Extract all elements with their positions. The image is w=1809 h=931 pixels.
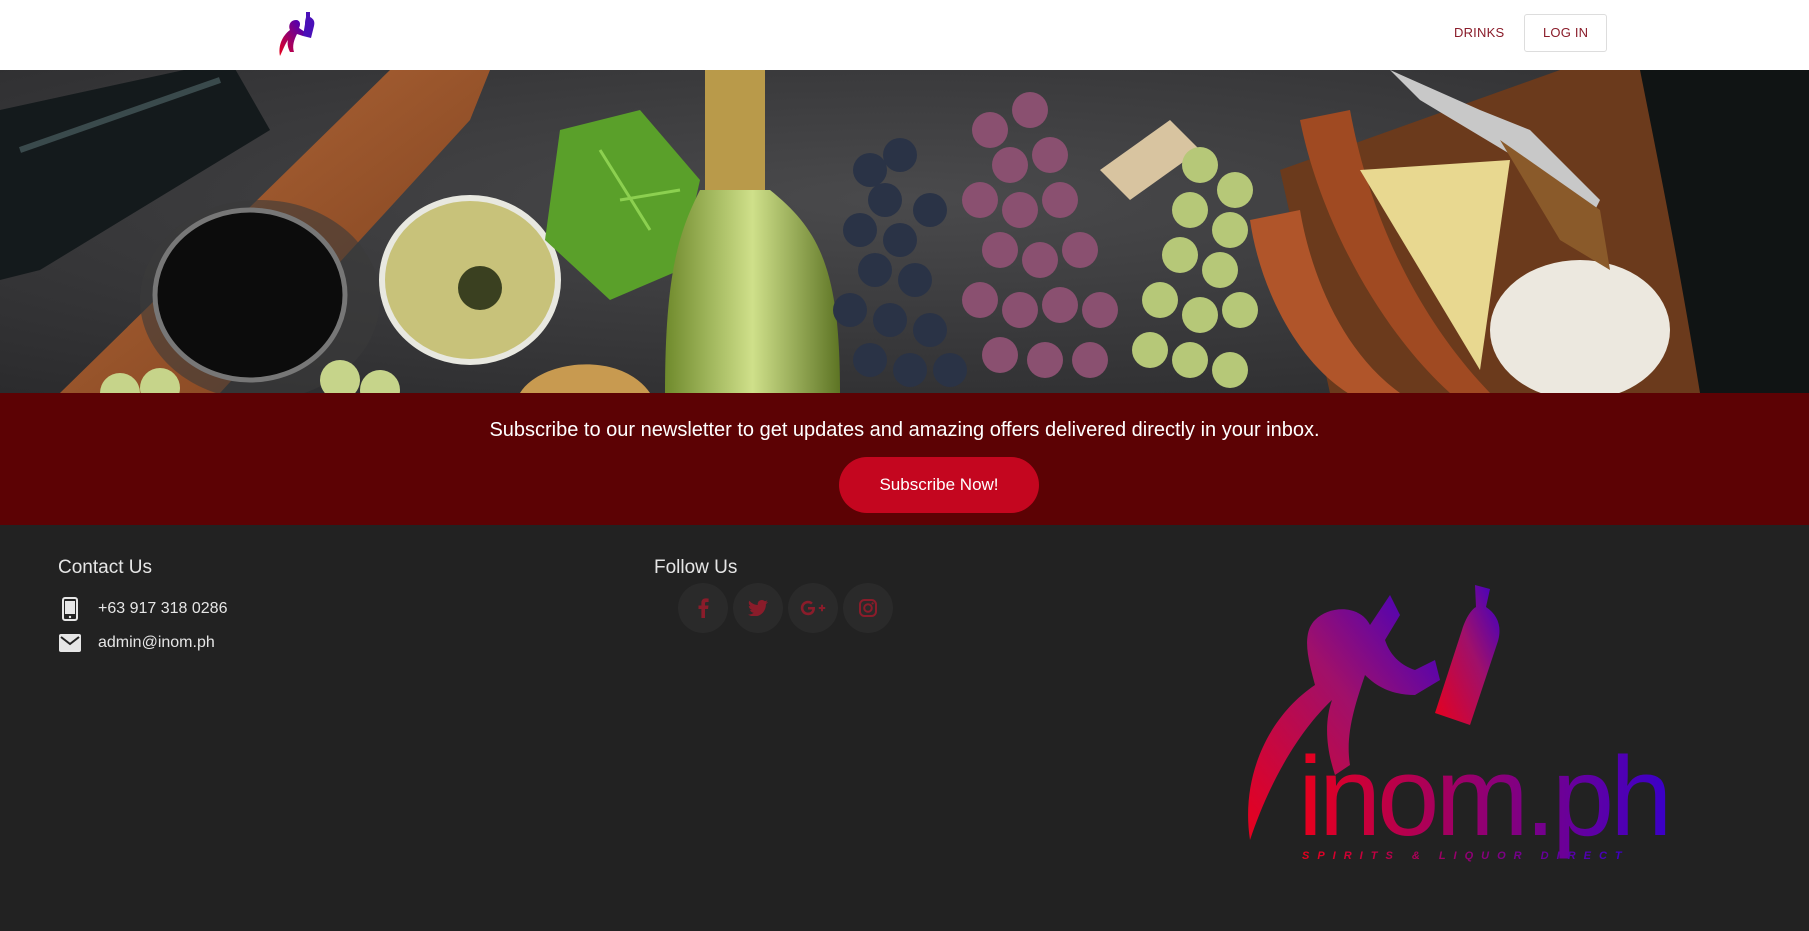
brand-logo-icon[interactable] bbox=[270, 8, 322, 60]
subscribe-now-button[interactable]: Subscribe Now! bbox=[839, 457, 1039, 513]
logo-wordmark: inom.ph bbox=[1298, 734, 1668, 859]
logo-tagline: SPIRITS & LIQUOR DIRECT bbox=[1302, 850, 1630, 862]
top-navbar: DRINKS LOG IN bbox=[0, 0, 1809, 70]
contact-email-row: admin@inom.ph bbox=[58, 630, 215, 656]
contact-phone[interactable]: +63 917 318 0286 bbox=[98, 600, 227, 618]
contact-email[interactable]: admin@inom.ph bbox=[98, 634, 215, 652]
follow-us-heading: Follow Us bbox=[654, 557, 738, 578]
twitter-icon[interactable] bbox=[733, 583, 783, 633]
email-icon bbox=[58, 631, 82, 655]
newsletter-text: Subscribe to our newsletter to get updat… bbox=[489, 419, 1320, 441]
instagram-icon[interactable] bbox=[843, 583, 893, 633]
google-plus-icon[interactable] bbox=[788, 583, 838, 633]
nav-drinks-link[interactable]: DRINKS bbox=[1440, 18, 1518, 48]
hero-illustration bbox=[0, 70, 1809, 393]
hero-banner-image bbox=[0, 70, 1809, 393]
newsletter-section: Subscribe to our newsletter to get updat… bbox=[0, 393, 1809, 525]
facebook-icon[interactable] bbox=[678, 583, 728, 633]
contact-us-heading: Contact Us bbox=[58, 557, 152, 578]
inom-ph-logo: inom.ph SPIRITS & LIQUOR DIRECT bbox=[1248, 585, 1670, 862]
contact-phone-row: +63 917 318 0286 bbox=[58, 596, 227, 622]
phone-icon bbox=[58, 597, 82, 621]
login-button[interactable]: LOG IN bbox=[1524, 14, 1608, 52]
